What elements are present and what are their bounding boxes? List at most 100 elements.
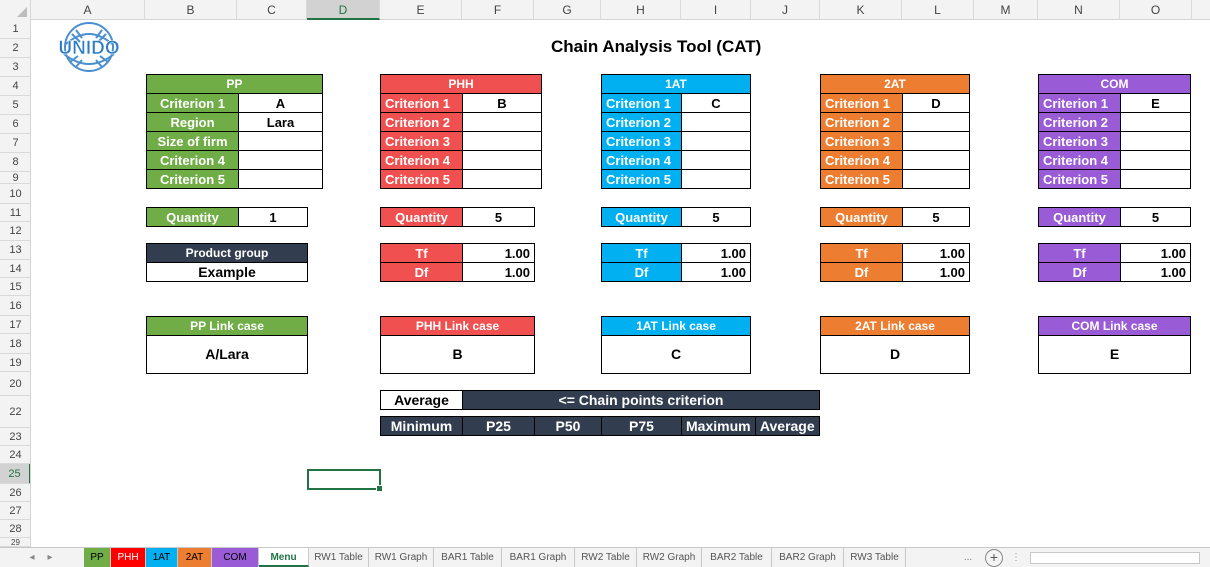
tab-phh[interactable]: PHH <box>111 548 146 567</box>
phh-criterion-value[interactable] <box>462 150 542 170</box>
tab-1at[interactable]: 1AT <box>146 548 178 567</box>
column-header-l[interactable]: L <box>902 0 974 20</box>
row-header[interactable]: 14 <box>0 260 30 278</box>
row-header[interactable]: 11 <box>0 204 30 222</box>
tab-bar2-graph[interactable]: BAR2 Graph <box>772 548 844 567</box>
com-tf-value[interactable]: 1.00 <box>1120 243 1191 263</box>
product-group-value[interactable]: Example <box>146 262 308 282</box>
column-header-i[interactable]: I <box>681 0 751 20</box>
prev-sheet-icon[interactable]: ◂ <box>24 550 40 566</box>
at1-criterion-value[interactable] <box>681 131 751 151</box>
phh-criterion-value[interactable]: B <box>462 93 542 113</box>
com-df-value[interactable]: 1.00 <box>1120 262 1191 282</box>
at1-tf-value[interactable]: 1.00 <box>681 243 751 263</box>
tab-menu[interactable]: Menu <box>259 548 309 567</box>
row-header[interactable]: 1 <box>0 20 30 39</box>
pp-criterion-value[interactable] <box>238 150 323 170</box>
more-tabs-icon[interactable]: ... <box>960 550 976 566</box>
select-all-corner[interactable] <box>0 0 31 20</box>
row-header[interactable]: 6 <box>0 115 30 134</box>
row-header[interactable]: 23 <box>0 428 30 446</box>
row-header[interactable]: 18 <box>0 334 30 354</box>
row-header[interactable]: 16 <box>0 296 30 316</box>
tab-rw2-table[interactable]: RW2 Table <box>575 548 637 567</box>
option-p25[interactable]: P25 <box>462 416 535 436</box>
column-header-o[interactable]: O <box>1120 0 1192 20</box>
com-criterion-value[interactable] <box>1120 150 1191 170</box>
option-average[interactable]: Average <box>754 416 821 436</box>
row-header[interactable]: 9 <box>0 172 30 184</box>
row-header[interactable]: 5 <box>0 96 30 115</box>
column-header-j[interactable]: J <box>751 0 820 20</box>
phh-quantity-value[interactable]: 5 <box>462 207 535 227</box>
at2-criterion-value[interactable] <box>902 150 970 170</box>
com-criterion-value[interactable] <box>1120 169 1191 189</box>
option-p75[interactable]: P75 <box>601 416 682 436</box>
pp-quantity-value[interactable]: 1 <box>238 207 308 227</box>
row-header[interactable]: 13 <box>0 241 30 260</box>
option-maximum[interactable]: Maximum <box>681 416 756 436</box>
sheet-grid[interactable]: UNIDO Chain Analysis Tool (CAT) PP Crite… <box>31 20 1210 547</box>
column-header-m[interactable]: M <box>974 0 1038 20</box>
row-header[interactable]: 22 <box>0 396 30 428</box>
column-header-d[interactable]: D <box>307 0 380 20</box>
tab-pp[interactable]: PP <box>84 548 111 567</box>
column-header-f[interactable]: F <box>462 0 534 20</box>
column-header-h[interactable]: H <box>601 0 681 20</box>
row-header[interactable]: 4 <box>0 77 30 96</box>
at1-quantity-value[interactable]: 5 <box>681 207 751 227</box>
tab-split-icon[interactable]: ⋮ <box>1008 550 1024 566</box>
at1-link-case-value[interactable]: C <box>602 336 750 373</box>
chain-points-selected[interactable]: Average <box>380 390 463 410</box>
at2-criterion-value[interactable]: D <box>902 93 970 113</box>
at1-df-value[interactable]: 1.00 <box>681 262 751 282</box>
tab-rw3-table[interactable]: RW3 Table <box>844 548 906 567</box>
column-header-g[interactable]: G <box>534 0 601 20</box>
at1-criterion-value[interactable]: C <box>681 93 751 113</box>
row-header[interactable]: 27 <box>0 502 30 520</box>
phh-tf-value[interactable]: 1.00 <box>462 243 535 263</box>
at2-link-case-value[interactable]: D <box>821 336 969 373</box>
pp-criterion-value[interactable]: Lara <box>238 112 323 132</box>
row-header[interactable]: 24 <box>0 446 30 464</box>
pp-link-case-value[interactable]: A/Lara <box>147 336 307 373</box>
at2-df-value[interactable]: 1.00 <box>902 262 970 282</box>
row-header[interactable]: 28 <box>0 520 30 538</box>
next-sheet-icon[interactable]: ▸ <box>42 550 58 566</box>
row-header[interactable]: 8 <box>0 153 30 172</box>
com-criterion-value[interactable]: E <box>1120 93 1191 113</box>
row-header[interactable]: 29 <box>0 538 30 547</box>
phh-criterion-value[interactable] <box>462 131 542 151</box>
tab-bar1-graph[interactable]: BAR1 Graph <box>502 548 575 567</box>
phh-df-value[interactable]: 1.00 <box>462 262 535 282</box>
tab-rw2-graph[interactable]: RW2 Graph <box>637 548 702 567</box>
row-header[interactable]: 20 <box>0 372 30 396</box>
at2-criterion-value[interactable] <box>902 169 970 189</box>
tab-2at[interactable]: 2AT <box>178 548 212 567</box>
phh-link-case-value[interactable]: B <box>381 336 534 373</box>
pp-criterion-value[interactable] <box>238 169 323 189</box>
row-header[interactable]: 10 <box>0 184 30 204</box>
pp-criterion-value[interactable] <box>238 131 323 151</box>
column-header-k[interactable]: K <box>820 0 902 20</box>
selected-cell-d25[interactable] <box>307 469 383 492</box>
tab-bar2-table[interactable]: BAR2 Table <box>702 548 772 567</box>
com-link-case-value[interactable]: E <box>1039 336 1190 373</box>
column-header-a[interactable]: A <box>31 0 145 20</box>
option-minimum[interactable]: Minimum <box>380 416 463 436</box>
column-header-n[interactable]: N <box>1038 0 1120 20</box>
row-header[interactable]: 15 <box>0 278 30 296</box>
row-header[interactable]: 19 <box>0 354 30 372</box>
column-header-c[interactable]: C <box>237 0 307 20</box>
com-criterion-value[interactable] <box>1120 131 1191 151</box>
at1-criterion-value[interactable] <box>681 150 751 170</box>
column-header-b[interactable]: B <box>145 0 237 20</box>
row-header[interactable]: 12 <box>0 222 30 241</box>
add-sheet-button[interactable]: + <box>985 549 1003 567</box>
option-p50[interactable]: P50 <box>534 416 602 436</box>
row-header[interactable]: 2 <box>0 39 30 58</box>
phh-criterion-value[interactable] <box>462 112 542 132</box>
tab-rw1-table[interactable]: RW1 Table <box>309 548 369 567</box>
row-header[interactable]: 26 <box>0 484 30 502</box>
at2-criterion-value[interactable] <box>902 112 970 132</box>
